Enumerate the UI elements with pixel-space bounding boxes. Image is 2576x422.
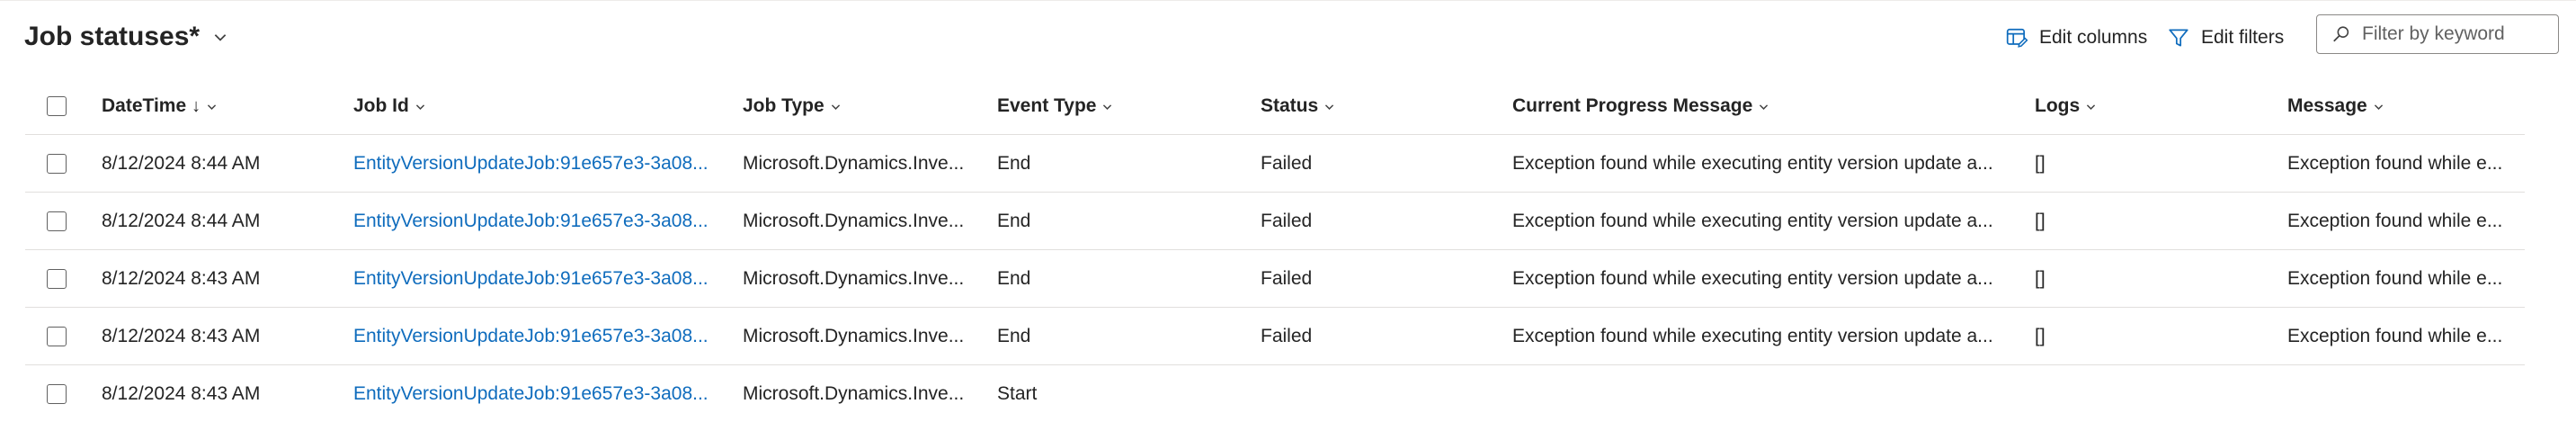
column-label: Job Id bbox=[353, 95, 409, 116]
chevron-down-icon bbox=[214, 34, 227, 41]
cell-datetime: 8/12/2024 8:43 AM bbox=[102, 382, 261, 404]
cell-job-type: Microsoft.Dynamics.Inve... bbox=[743, 210, 965, 231]
chevron-down-icon bbox=[831, 103, 840, 110]
edit-filters-label: Edit filters bbox=[2201, 27, 2285, 48]
cell-event-type: End bbox=[997, 267, 1031, 289]
job-id-link[interactable]: EntityVersionUpdateJob:91e657e3-3a08... bbox=[353, 365, 709, 422]
edit-filters-button[interactable]: Edit filters bbox=[2167, 26, 2284, 49]
job-id-link[interactable]: EntityVersionUpdateJob:91e657e3-3a08... bbox=[353, 193, 709, 249]
row-checkbox[interactable] bbox=[47, 268, 67, 289]
page-title: Job statuses* bbox=[24, 22, 201, 51]
cell-status: Failed bbox=[1261, 152, 1313, 174]
chevron-down-icon bbox=[1760, 103, 1769, 110]
chevron-down-icon bbox=[2374, 103, 2383, 110]
view-selector[interactable]: Job statuses* bbox=[24, 22, 228, 52]
cell-datetime: 8/12/2024 8:44 AM bbox=[102, 152, 261, 174]
cell-logs: [] bbox=[2035, 152, 2046, 174]
cell-event-type: End bbox=[997, 210, 1031, 231]
cell-event-type: End bbox=[997, 325, 1031, 346]
chevron-down-icon bbox=[415, 103, 424, 110]
table-row[interactable]: 8/12/2024 8:43 AM EntityVersionUpdateJob… bbox=[25, 308, 2525, 365]
row-checkbox[interactable] bbox=[47, 326, 67, 346]
cell-message: Exception found while e... bbox=[2287, 267, 2503, 289]
column-header-datetime[interactable]: DateTime ↓ bbox=[102, 78, 218, 134]
select-all-checkbox[interactable] bbox=[47, 96, 67, 116]
column-header-status[interactable]: Status bbox=[1261, 78, 1335, 134]
column-label: Logs bbox=[2035, 95, 2081, 116]
cell-message: Exception found while e... bbox=[2287, 325, 2503, 346]
filter-icon bbox=[2169, 29, 2188, 47]
cell-status: Failed bbox=[1261, 267, 1313, 289]
column-header-job-id[interactable]: Job Id bbox=[353, 78, 426, 134]
cell-job-type: Microsoft.Dynamics.Inve... bbox=[743, 325, 965, 346]
column-header-message[interactable]: Message bbox=[2287, 78, 2384, 134]
cell-message: Exception found while e... bbox=[2287, 210, 2503, 231]
row-checkbox[interactable] bbox=[47, 153, 67, 174]
chevron-down-icon bbox=[1325, 103, 1334, 110]
row-select-cell bbox=[47, 135, 67, 192]
cell-progress-message: Exception found while executing entity v… bbox=[1512, 267, 1993, 289]
cell-logs: [] bbox=[2035, 267, 2046, 289]
cell-datetime: 8/12/2024 8:44 AM bbox=[102, 210, 261, 231]
cell-message: Exception found while e... bbox=[2287, 152, 2503, 174]
cell-progress-message: Exception found while executing entity v… bbox=[1512, 210, 1993, 231]
cell-job-type: Microsoft.Dynamics.Inve... bbox=[743, 267, 965, 289]
job-id-link[interactable]: EntityVersionUpdateJob:91e657e3-3a08... bbox=[353, 250, 709, 307]
cell-status: Failed bbox=[1261, 325, 1313, 346]
row-select-cell bbox=[47, 250, 67, 307]
column-header-event-type[interactable]: Event Type bbox=[997, 78, 1113, 134]
column-label: DateTime bbox=[102, 95, 187, 116]
job-id-link[interactable]: EntityVersionUpdateJob:91e657e3-3a08... bbox=[353, 135, 709, 192]
cell-job-type: Microsoft.Dynamics.Inve... bbox=[743, 382, 965, 404]
column-label: Event Type bbox=[997, 95, 1097, 116]
column-label: Job Type bbox=[743, 95, 824, 116]
table-row[interactable]: 8/12/2024 8:44 AM EntityVersionUpdateJob… bbox=[25, 193, 2525, 250]
row-checkbox[interactable] bbox=[47, 211, 67, 231]
cell-progress-message: Exception found while executing entity v… bbox=[1512, 325, 1993, 346]
chevron-down-icon bbox=[1103, 103, 1112, 110]
select-all-cell bbox=[47, 78, 67, 134]
row-select-cell bbox=[47, 308, 67, 364]
table-row[interactable]: 8/12/2024 8:44 AM EntityVersionUpdateJob… bbox=[25, 135, 2525, 193]
chevron-down-icon bbox=[208, 103, 217, 110]
grid-header: DateTime ↓ Job Id Job Type Event Type Sta… bbox=[25, 78, 2525, 135]
job-id-link[interactable]: EntityVersionUpdateJob:91e657e3-3a08... bbox=[353, 308, 709, 364]
keyword-filter-input[interactable] bbox=[2360, 22, 2553, 46]
row-checkbox[interactable] bbox=[47, 383, 67, 404]
cell-datetime: 8/12/2024 8:43 AM bbox=[102, 267, 261, 289]
cell-job-type: Microsoft.Dynamics.Inve... bbox=[743, 152, 965, 174]
cell-progress-message: Exception found while executing entity v… bbox=[1512, 152, 1993, 174]
edit-columns-label: Edit columns bbox=[2039, 27, 2148, 48]
cell-logs: [] bbox=[2035, 210, 2046, 231]
row-select-cell bbox=[47, 365, 67, 422]
column-header-logs[interactable]: Logs bbox=[2035, 78, 2097, 134]
cell-logs: [] bbox=[2035, 325, 2046, 346]
cell-status: Failed bbox=[1261, 210, 1313, 231]
chevron-down-icon bbox=[2087, 103, 2096, 110]
row-select-cell bbox=[47, 193, 67, 249]
column-label: Current Progress Message bbox=[1512, 95, 1753, 116]
column-label: Message bbox=[2287, 95, 2367, 116]
keyword-filter-box[interactable] bbox=[2316, 14, 2559, 54]
cell-datetime: 8/12/2024 8:43 AM bbox=[102, 325, 261, 346]
column-header-job-type[interactable]: Job Type bbox=[743, 78, 842, 134]
search-icon bbox=[2333, 26, 2349, 42]
edit-columns-button[interactable]: Edit columns bbox=[2005, 26, 2147, 49]
cell-event-type: End bbox=[997, 152, 1031, 174]
edit-columns-icon bbox=[2006, 28, 2028, 48]
column-label: Status bbox=[1261, 95, 1319, 116]
cell-event-type: Start bbox=[997, 382, 1038, 404]
job-status-grid: DateTime ↓ Job Id Job Type Event Type Sta… bbox=[25, 78, 2525, 422]
sort-descending-icon: ↓ bbox=[192, 95, 201, 116]
table-row[interactable]: 8/12/2024 8:43 AM EntityVersionUpdateJob… bbox=[25, 250, 2525, 308]
table-row[interactable]: 8/12/2024 8:43 AM EntityVersionUpdateJob… bbox=[25, 365, 2525, 422]
top-divider bbox=[0, 0, 2576, 1]
column-header-current-progress-message[interactable]: Current Progress Message bbox=[1512, 78, 1769, 134]
